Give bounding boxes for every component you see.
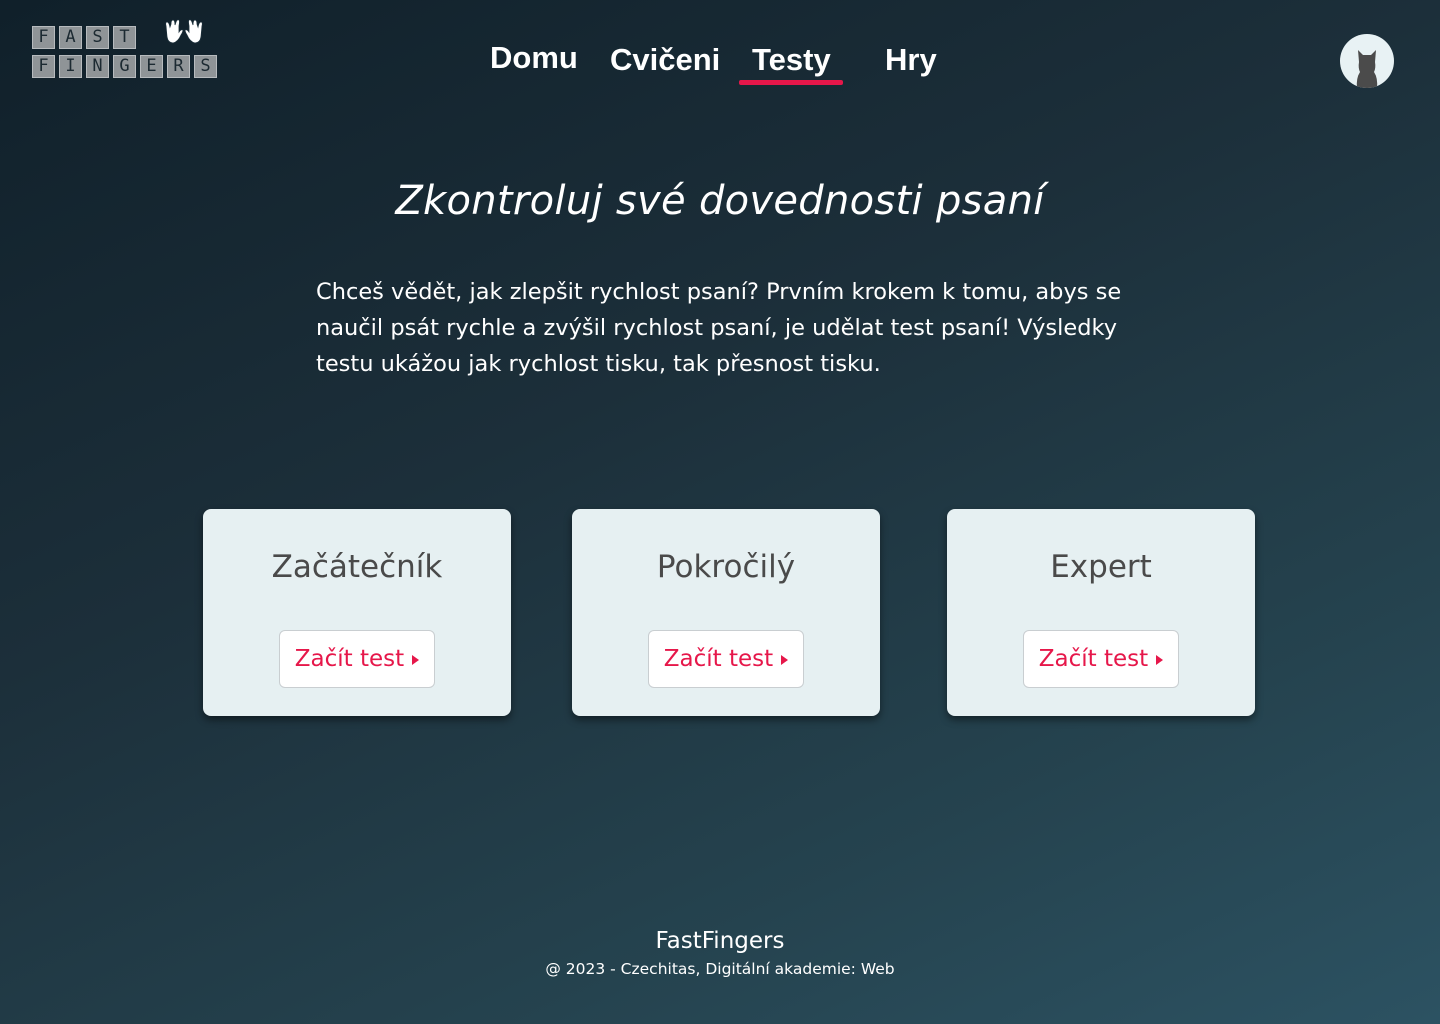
active-nav-indicator (739, 80, 843, 85)
page-headline: Zkontroluj své dovednosti psaní (395, 178, 1045, 224)
footer-brand: FastFingers (655, 928, 785, 954)
footer-copyright: @ 2023 - Czechitas, Digitální akademie: … (545, 960, 895, 978)
nav-item-hry[interactable]: Hry (885, 42, 937, 78)
card-title: Začátečník (271, 549, 443, 585)
card-title: Pokročilý (656, 549, 796, 585)
start-test-button[interactable]: Začít test (648, 630, 804, 688)
start-test-button[interactable]: Začít test (1023, 630, 1179, 688)
cat-avatar-icon (1356, 50, 1378, 88)
nav-item-domu[interactable]: Domu (490, 40, 578, 76)
intro-text: Chceš vědět, jak zlepšit rychlost psaní?… (316, 279, 1122, 377)
nav-item-testy[interactable]: Testy (752, 42, 831, 78)
test-card-beginner: Začátečník Začít test (203, 509, 511, 716)
play-arrow-icon (781, 655, 789, 665)
start-test-button[interactable]: Začít test (279, 630, 435, 688)
button-label: Začít test (663, 646, 774, 672)
card-title: Expert (1050, 549, 1152, 585)
test-card-expert: Expert Začít test (947, 509, 1255, 716)
nav-item-cviceni[interactable]: Cvičeni (610, 42, 720, 78)
button-label: Začít test (294, 646, 405, 672)
user-avatar[interactable] (1340, 34, 1394, 88)
button-label: Začít test (1038, 646, 1149, 672)
play-arrow-icon (412, 655, 420, 665)
test-card-advanced: Pokročilý Začít test (572, 509, 880, 716)
play-arrow-icon (1156, 655, 1164, 665)
main-nav: Domu Cvičeni Testy Hry (0, 40, 1440, 90)
